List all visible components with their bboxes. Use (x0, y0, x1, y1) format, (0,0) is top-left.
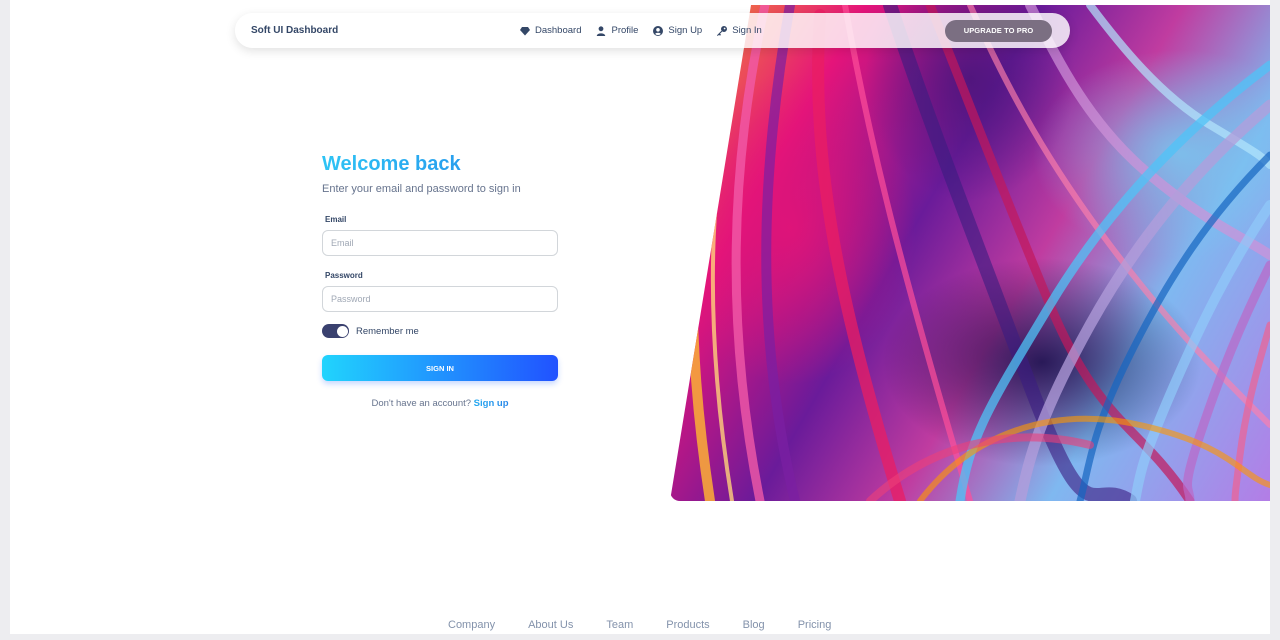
footer-link-company[interactable]: Company (448, 619, 495, 631)
key-icon (717, 25, 728, 36)
page-subtitle: Enter your email and password to sign in (322, 183, 521, 195)
diamond-icon (520, 26, 530, 35)
footer-link-about-us[interactable]: About Us (528, 619, 573, 631)
email-field[interactable] (322, 230, 558, 256)
user-icon (597, 25, 606, 36)
nav-link-profile[interactable]: Profile (596, 25, 638, 36)
nav-link-label: Sign In (732, 25, 762, 36)
footer-link-team[interactable]: Team (606, 619, 633, 631)
nav-link-label: Dashboard (535, 25, 582, 36)
nav-links: Dashboard Profile Sign Up Sign In (520, 25, 762, 36)
sign-in-page: Soft UI Dashboard Dashboard Profile Sign… (10, 0, 1270, 634)
no-account-text: Don't have an account? (371, 398, 472, 409)
remember-me-label[interactable]: Remember me (356, 326, 419, 337)
nav-link-label: Sign Up (668, 25, 703, 36)
nav-link-label: Profile (611, 25, 639, 36)
sign-in-button[interactable]: SIGN IN (322, 355, 558, 381)
toggle-knob (336, 325, 348, 337)
footer-link-blog[interactable]: Blog (743, 619, 765, 631)
sign-in-form: Welcome back Enter your email and passwo… (322, 150, 558, 409)
signup-prompt: Don't have an account? Sign up (322, 398, 558, 409)
remember-me-toggle[interactable] (322, 324, 349, 338)
page-title: Welcome back (322, 150, 558, 178)
remember-me-row: Remember me (322, 324, 558, 338)
nav-link-sign-in[interactable]: Sign In (717, 25, 762, 36)
nav-link-dashboard[interactable]: Dashboard (520, 25, 581, 36)
upgrade-to-pro-button[interactable]: UPGRADE TO PRO (945, 19, 1052, 42)
email-label: Email (325, 215, 347, 224)
footer-link-pricing[interactable]: Pricing (798, 619, 832, 631)
password-field[interactable] (322, 286, 558, 312)
password-label: Password (325, 271, 363, 280)
brand-name[interactable]: Soft UI Dashboard (251, 25, 338, 36)
nav-link-sign-up[interactable]: Sign Up (653, 25, 702, 36)
top-navbar: Soft UI Dashboard Dashboard Profile Sign… (235, 13, 1070, 48)
footer-link-products[interactable]: Products (666, 619, 709, 631)
footer-links: Company About Us Team Products Blog Pric… (448, 619, 864, 631)
sign-up-link[interactable]: Sign up (474, 398, 509, 409)
user-circle-icon (653, 25, 664, 36)
abstract-art-image (670, 5, 1270, 501)
